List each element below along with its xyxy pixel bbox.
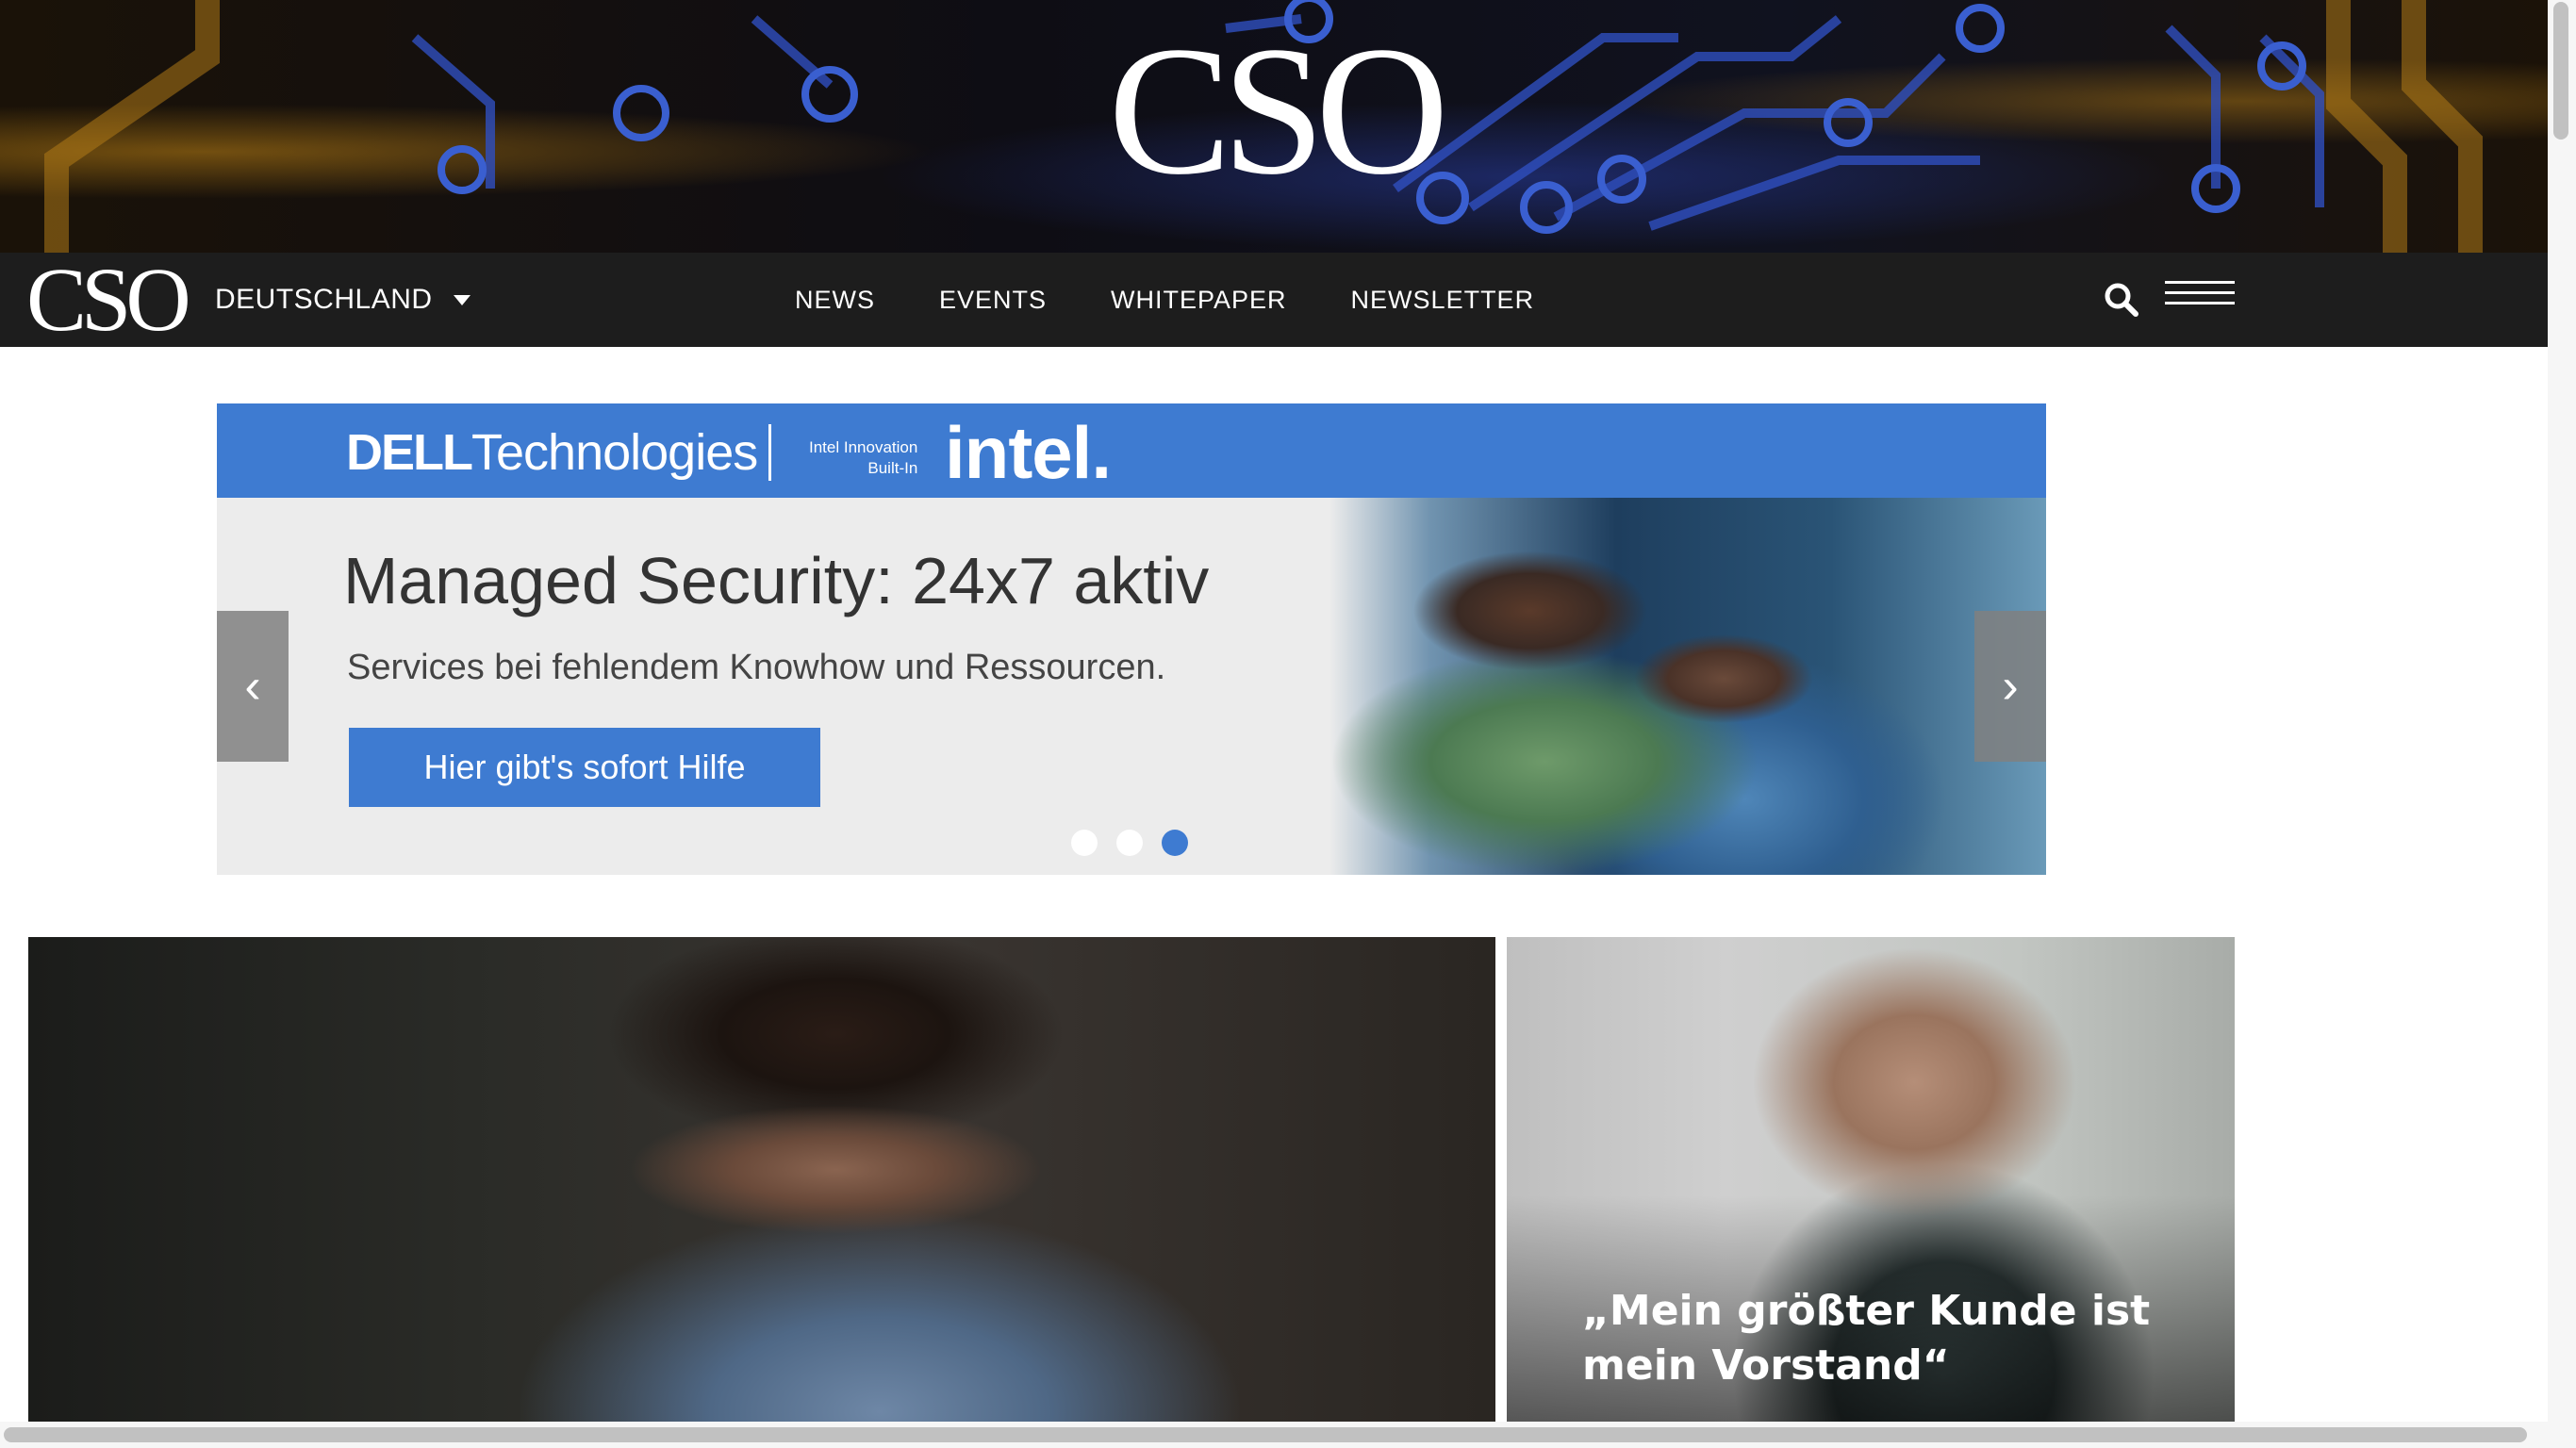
nav-logo[interactable]: CSO	[26, 255, 191, 345]
horizontal-scrollbar-thumb[interactable]	[4, 1427, 2527, 1442]
nav-item-whitepaper[interactable]: WHITEPAPER	[1111, 286, 1287, 315]
hero-banner: CSO	[0, 0, 2548, 253]
carousel-dots	[1071, 830, 1207, 856]
carousel-prev-button[interactable]: ‹	[217, 611, 289, 762]
featured-article-side[interactable]: „Mein größter Kunde ist mein Vorstand“	[1507, 937, 2235, 1422]
dell-logo-d: D	[346, 424, 383, 481]
intel-innovation-line2: Built-In	[867, 459, 918, 477]
carousel-dot-3[interactable]	[1162, 830, 1188, 856]
nav-menu: NEWS EVENTS WHITEPAPER NEWSLETTER	[795, 253, 1598, 347]
carousel-next-button[interactable]: ›	[1974, 611, 2046, 762]
featured-article-main[interactable]	[28, 937, 1495, 1422]
edition-label: DEUTSCHLAND	[215, 284, 433, 315]
edition-selector[interactable]: DEUTSCHLAND	[215, 253, 471, 347]
search-icon[interactable]	[2103, 281, 2140, 319]
vertical-scrollbar[interactable]	[2548, 0, 2576, 1422]
intel-innovation-text: Intel Innovation Built-In	[809, 437, 917, 479]
dell-logo-e: E	[381, 424, 415, 481]
dell-technologies-logo: DELLTechnologies	[346, 424, 758, 481]
chevron-right-icon: ›	[2002, 659, 2019, 714]
ad-cta-button[interactable]: Hier gibt's sofort Hilfe	[349, 728, 820, 807]
nav-item-news[interactable]: NEWS	[795, 286, 875, 315]
ad-image	[1329, 498, 2046, 875]
logo-divider	[768, 424, 771, 481]
ad-brand-strip: DELLTechnologies Intel Innovation Built-…	[217, 403, 2046, 498]
page: CSO CSO DEUTSCHLAND NEWS EVENTS WHITEPAP…	[0, 0, 2548, 1422]
ad-headline: Managed Security: 24x7 aktiv	[343, 544, 1210, 617]
menu-icon[interactable]	[2165, 281, 2235, 317]
chevron-down-icon	[453, 294, 471, 305]
ad-subline: Services bei fehlendem Knowhow und Resso…	[347, 648, 1166, 687]
vertical-scrollbar-thumb[interactable]	[2553, 2, 2568, 140]
intel-innovation-line1: Intel Innovation	[809, 438, 918, 456]
advertisement-banner[interactable]: DELLTechnologies Intel Innovation Built-…	[217, 403, 2046, 875]
chevron-left-icon: ‹	[244, 659, 261, 714]
intel-logo: intel.	[945, 411, 1112, 494]
dell-logo-technologies: Technologies	[471, 424, 758, 481]
carousel-dot-1[interactable]	[1071, 830, 1098, 856]
nav-item-events[interactable]: EVENTS	[939, 286, 1047, 315]
nav-item-newsletter[interactable]: NEWSLETTER	[1351, 286, 1535, 315]
featured-article-side-title[interactable]: „Mein größter Kunde ist mein Vorstand“	[1582, 1284, 2186, 1393]
dell-logo-ll: LL	[413, 424, 473, 481]
hero-logo[interactable]: CSO	[0, 17, 2548, 206]
carousel-dot-2[interactable]	[1116, 830, 1143, 856]
main-navigation: CSO DEUTSCHLAND NEWS EVENTS WHITEPAPER N…	[0, 253, 2548, 347]
